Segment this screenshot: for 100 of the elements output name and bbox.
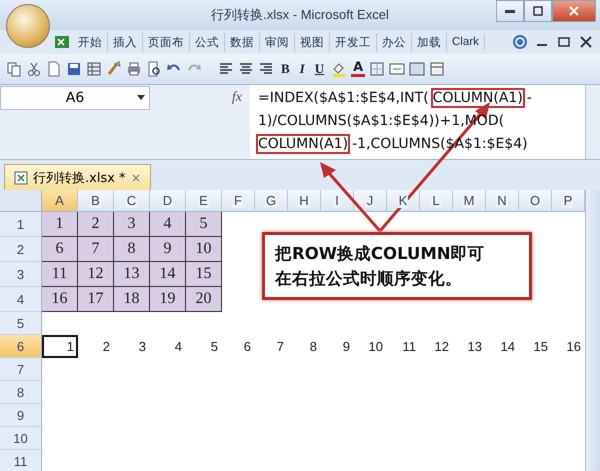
row-header[interactable]: 7 (0, 358, 42, 381)
spreadsheet-icon[interactable] (54, 34, 70, 50)
row-header[interactable]: 10 (0, 427, 42, 450)
table-cell-text: 2 (102, 338, 111, 356)
table-cell-text: 12 (434, 338, 450, 356)
row-header[interactable]: 9 (0, 404, 42, 427)
table-cell-text: 7 (276, 338, 285, 356)
borders-icon[interactable] (369, 61, 386, 77)
window-title: 行列转换.xlsx - Microsoft Excel (211, 6, 389, 24)
printer-icon[interactable] (126, 61, 142, 77)
insert-function-button[interactable]: fx (232, 90, 242, 106)
restore-button[interactable] (524, 0, 552, 22)
help-icon[interactable] (512, 34, 528, 50)
workbook-tab[interactable]: 行列转换.xlsx * (4, 164, 151, 190)
table-cell-text: 13 (466, 338, 483, 356)
callout-note: 把ROW换成COLUMN即可 在右拉公式时顺序变化。 (262, 232, 532, 300)
row-header[interactable]: 6 (0, 335, 42, 358)
table-cell: 16 (42, 287, 78, 312)
column-header[interactable]: M (453, 190, 486, 212)
column-header[interactable]: I (321, 190, 354, 212)
align-right-icon[interactable] (258, 61, 274, 77)
minimize-icon (505, 10, 515, 12)
column-header[interactable]: O (519, 190, 552, 212)
table-cell: 19 (150, 287, 186, 312)
column-header[interactable]: E (186, 190, 222, 212)
column-header[interactable]: G (255, 190, 288, 212)
ribbon-tab[interactable]: 公式 (190, 32, 225, 52)
row-header[interactable]: 4 (0, 287, 42, 312)
row-header[interactable]: 5 (0, 312, 42, 335)
scrollbar[interactable] (585, 85, 600, 159)
close-icon[interactable] (578, 34, 594, 50)
table-cell: 6 (42, 237, 78, 262)
column-header[interactable]: D (150, 190, 186, 212)
document-icon[interactable] (46, 61, 62, 77)
ribbon-tab[interactable]: 插入 (108, 32, 143, 52)
row-header[interactable]: 2 (0, 237, 42, 262)
ribbon-tab[interactable]: 开发工 (330, 32, 377, 52)
table-cell-text: 3 (138, 338, 147, 356)
column-header[interactable]: J (354, 190, 387, 212)
format-button[interactable]: U (312, 61, 328, 77)
fill-color-icon[interactable] (331, 61, 348, 77)
table-cell: 5 (186, 212, 222, 237)
table-cell-text: 14 (500, 338, 516, 356)
column-header[interactable]: F (222, 190, 255, 212)
align-left-icon[interactable] (218, 61, 234, 77)
ribbon-tab[interactable]: 数据 (225, 32, 260, 52)
column-header[interactable]: B (78, 190, 114, 212)
spreadsheet-icon[interactable] (13, 170, 29, 186)
print-preview-icon[interactable] (146, 61, 162, 77)
table-cell-text: 4 (174, 338, 183, 356)
table-cell: 1 (42, 212, 78, 237)
row-header[interactable]: 3 (0, 262, 42, 287)
table-cell: 12 (78, 262, 114, 287)
ribbon-tab[interactable]: Clark (447, 34, 485, 50)
merge-cells-icon[interactable] (389, 61, 406, 77)
name-box[interactable]: A6 (0, 86, 150, 110)
row-header[interactable]: 11 (0, 450, 42, 471)
scissors-icon[interactable] (26, 61, 42, 77)
column-header[interactable]: H (288, 190, 321, 212)
copy-icon[interactable] (6, 61, 22, 77)
table-cell-text: 6 (242, 338, 252, 356)
ribbon-tab[interactable]: 审阅 (260, 32, 295, 52)
column-header[interactable]: A (42, 190, 78, 212)
scrollbar[interactable] (585, 190, 600, 471)
align-center-icon[interactable] (238, 61, 254, 77)
table-cell: 9 (150, 237, 186, 262)
column-header[interactable]: N (486, 190, 519, 212)
ribbon-tab[interactable]: 办公 (377, 32, 412, 52)
caret-icon[interactable] (137, 95, 145, 100)
brush-icon[interactable] (106, 61, 122, 77)
table-cell-text: 11 (402, 338, 417, 356)
table-icon[interactable] (86, 61, 102, 77)
format-button[interactable]: I (296, 61, 308, 77)
row-header[interactable]: 1 (0, 212, 42, 237)
close-button[interactable] (552, 0, 596, 22)
ribbon-tab[interactable]: 视图 (295, 32, 330, 52)
column-header[interactable]: K (387, 190, 420, 212)
table-cell: 2 (78, 212, 114, 237)
minimize-button[interactable] (496, 0, 524, 22)
ribbon-tab[interactable]: 开始 (73, 32, 108, 52)
table-cell-text: 8 (308, 338, 318, 356)
ribbon-tab[interactable]: 加载 (412, 32, 447, 52)
row-header[interactable]: 8 (0, 381, 42, 404)
format-icon[interactable] (429, 61, 446, 77)
format-button[interactable]: B (278, 61, 293, 77)
close-icon (569, 6, 579, 16)
table-cell: 11 (42, 262, 78, 287)
table-cell: 8 (114, 237, 150, 262)
table-cell: 17 (78, 287, 114, 312)
font-color-button[interactable]: A (351, 61, 366, 77)
column-header[interactable]: P (552, 190, 585, 212)
column-header[interactable]: C (114, 190, 150, 212)
restore-icon (533, 6, 543, 16)
column-header[interactable]: L (420, 190, 453, 212)
ribbon-tab[interactable]: 页面布 (143, 32, 190, 52)
save-icon[interactable] (66, 61, 82, 77)
office-button[interactable] (6, 4, 50, 48)
table-cell: 1 (42, 335, 78, 358)
table-cell: 7 (78, 237, 114, 262)
table-cell: 18 (114, 287, 150, 312)
